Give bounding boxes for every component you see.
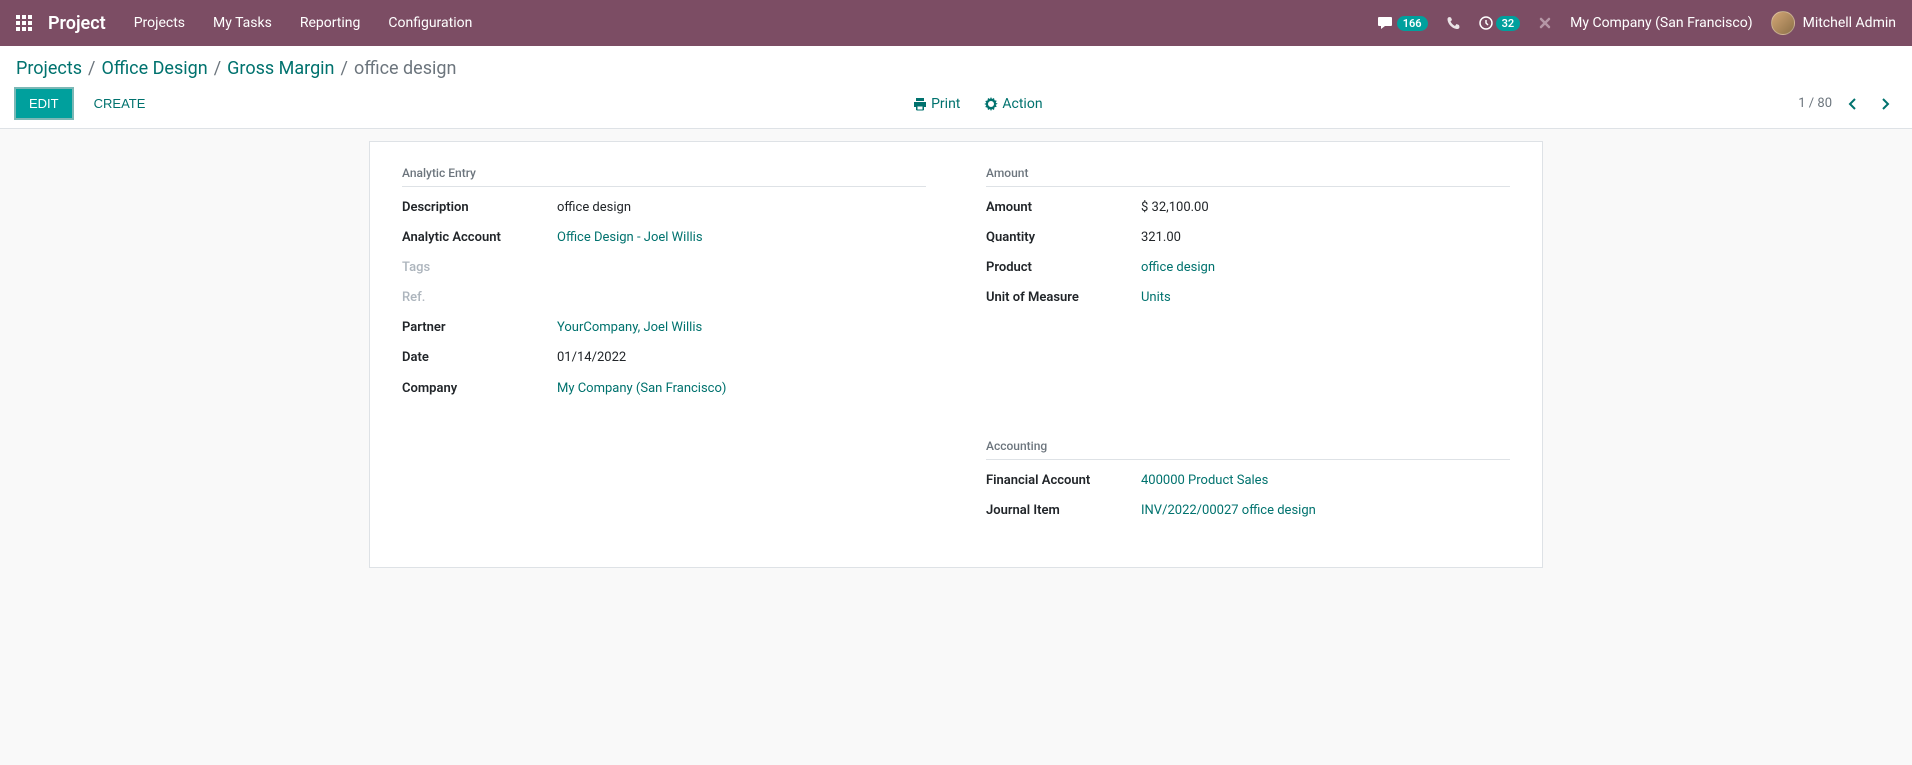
apps-icon[interactable]: [16, 15, 32, 31]
messages-icon[interactable]: 166: [1377, 15, 1428, 31]
value-uom[interactable]: Units: [1141, 287, 1171, 309]
label-partner: Partner: [402, 317, 557, 339]
breadcrumb-sep: /: [88, 58, 95, 79]
close-icon[interactable]: [1538, 16, 1552, 30]
create-button[interactable]: CREATE: [82, 90, 158, 117]
value-partner[interactable]: YourCompany, Joel Willis: [557, 317, 702, 339]
label-company: Company: [402, 378, 557, 400]
pager-next[interactable]: [1874, 97, 1896, 111]
label-date: Date: [402, 347, 557, 369]
value-quantity: 321.00: [1141, 227, 1181, 249]
value-financial-account[interactable]: 400000 Product Sales: [1141, 470, 1268, 492]
chevron-right-icon: [1880, 97, 1890, 111]
value-description: office design: [557, 197, 631, 219]
user-name: Mitchell Admin: [1803, 15, 1896, 31]
breadcrumb-projects[interactable]: Projects: [16, 58, 82, 79]
gear-icon: [984, 97, 998, 111]
action-label: Action: [1002, 96, 1042, 112]
label-product: Product: [986, 257, 1141, 279]
app-brand[interactable]: Project: [48, 13, 106, 34]
pager-prev[interactable]: [1842, 97, 1864, 111]
breadcrumb: Projects / Office Design / Gross Margin …: [16, 58, 1896, 79]
activity-badge: 32: [1496, 16, 1521, 31]
phone-icon[interactable]: [1446, 16, 1460, 30]
form-sheet: Analytic Entry Description office design…: [369, 141, 1543, 568]
nav-configuration[interactable]: Configuration: [388, 15, 472, 31]
control-panel: Projects / Office Design / Gross Margin …: [0, 46, 1912, 129]
top-navbar: Project Projects My Tasks Reporting Conf…: [0, 0, 1912, 46]
edit-button[interactable]: EDIT: [16, 89, 72, 118]
label-financial-account: Financial Account: [986, 470, 1141, 492]
nav-menu: Projects My Tasks Reporting Configuratio…: [134, 15, 473, 31]
activity-icon[interactable]: 32: [1478, 15, 1521, 31]
breadcrumb-office-design[interactable]: Office Design: [101, 58, 207, 79]
nav-reporting[interactable]: Reporting: [300, 15, 361, 31]
section-analytic-entry: Analytic Entry: [402, 166, 926, 187]
company-selector[interactable]: My Company (San Francisco): [1570, 15, 1752, 31]
nav-projects[interactable]: Projects: [134, 15, 185, 31]
label-ref: Ref.: [402, 287, 557, 309]
chevron-left-icon: [1848, 97, 1858, 111]
value-journal-item[interactable]: INV/2022/00027 office design: [1141, 500, 1316, 522]
topbar-right: 166 32 My Company (San Francisco) Mitche…: [1377, 11, 1896, 35]
form-left-column: Analytic Entry Description office design…: [402, 166, 926, 531]
label-uom: Unit of Measure: [986, 287, 1141, 309]
breadcrumb-sep: /: [341, 58, 348, 79]
value-product[interactable]: office design: [1141, 257, 1215, 279]
label-quantity: Quantity: [986, 227, 1141, 249]
label-amount: Amount: [986, 197, 1141, 219]
avatar: [1771, 11, 1795, 35]
label-journal-item: Journal Item: [986, 500, 1141, 522]
section-amount: Amount: [986, 166, 1510, 187]
value-amount: $ 32,100.00: [1141, 197, 1209, 219]
print-button[interactable]: Print: [913, 96, 960, 112]
action-button[interactable]: Action: [984, 96, 1042, 112]
breadcrumb-current: office design: [354, 58, 456, 79]
value-date: 01/14/2022: [557, 347, 626, 369]
breadcrumb-sep: /: [214, 58, 221, 79]
form-right-column: Amount Amount $ 32,100.00 Quantity 321.0…: [986, 166, 1510, 531]
print-label: Print: [931, 96, 960, 112]
print-icon: [913, 97, 927, 111]
label-tags: Tags: [402, 257, 557, 279]
breadcrumb-gross-margin[interactable]: Gross Margin: [227, 58, 334, 79]
pager-text[interactable]: 1 / 80: [1798, 96, 1832, 111]
user-menu[interactable]: Mitchell Admin: [1771, 11, 1896, 35]
section-accounting: Accounting: [986, 439, 1510, 460]
messages-badge: 166: [1397, 16, 1428, 31]
value-company[interactable]: My Company (San Francisco): [557, 378, 726, 400]
value-analytic-account[interactable]: Office Design - Joel Willis: [557, 227, 703, 249]
label-description: Description: [402, 197, 557, 219]
nav-my-tasks[interactable]: My Tasks: [213, 15, 272, 31]
label-analytic-account: Analytic Account: [402, 227, 557, 249]
